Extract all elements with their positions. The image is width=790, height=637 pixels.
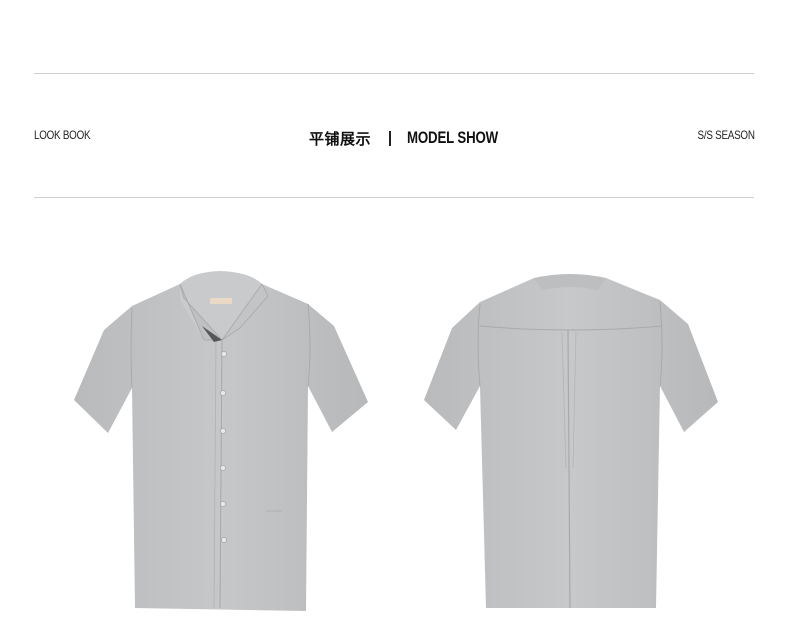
season-label: S/S SEASON: [697, 128, 755, 142]
bottom-divider-line: [34, 197, 754, 198]
section-header: LOOK BOOK 平铺展示 MODEL SHOW S/S SEASON: [34, 118, 755, 158]
look-book-label: LOOK BOOK: [34, 128, 91, 142]
section-title: 平铺展示 MODEL SHOW: [309, 124, 524, 152]
shirt-front-image: [74, 271, 368, 611]
shirt-back-image: [424, 274, 718, 609]
title-divider: [389, 130, 392, 146]
section-title-cn: 平铺展示: [309, 129, 372, 148]
top-divider-line: [34, 73, 754, 74]
section-title-en: MODEL SHOW: [407, 128, 499, 147]
